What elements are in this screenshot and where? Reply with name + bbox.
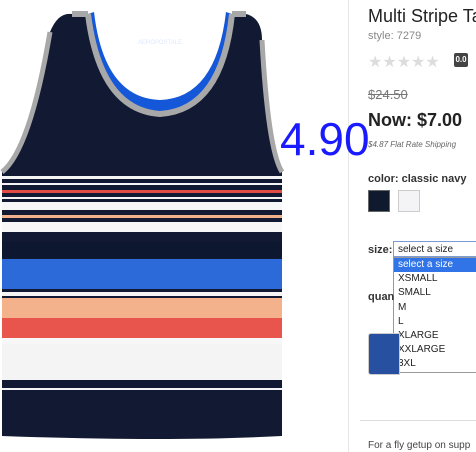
overlay-number: 4.90 [280, 113, 370, 165]
color-swatch-navy[interactable] [368, 190, 390, 212]
color-label: color: classic navy [368, 173, 467, 185]
product-image[interactable]: AEROPOSTALE [0, 0, 338, 440]
size-option[interactable]: M [394, 301, 476, 315]
rating-stars[interactable]: ★★★★★ [368, 52, 440, 72]
add-to-bag-button[interactable] [368, 333, 400, 375]
color-swatch-white[interactable] [398, 190, 420, 212]
section-divider [360, 420, 476, 421]
size-label: size: [368, 244, 393, 256]
size-option[interactable]: XLARGE [394, 329, 476, 343]
quantity-label: quan [368, 291, 395, 303]
star-icon: ★ [368, 54, 383, 71]
size-option[interactable]: SMALL [394, 286, 476, 300]
column-divider [348, 0, 349, 452]
size-select[interactable]: select a size [393, 241, 476, 257]
size-option[interactable]: XSMALL [394, 272, 476, 286]
rating-badge: 0.0 [454, 53, 468, 67]
size-option[interactable]: L [394, 315, 476, 329]
sale-price: Now: $7.00 [368, 110, 463, 130]
star-icon: ★ [411, 54, 426, 71]
product-style: style: 7279 [368, 30, 422, 42]
star-icon: ★ [425, 54, 440, 71]
brand-label: AEROPOSTALE [138, 40, 182, 46]
size-option[interactable]: XXLARGE [394, 343, 476, 357]
shipping-note: $4.87 Flat Rate Shipping [368, 140, 457, 149]
product-description: For a fly getup on supp [368, 440, 471, 451]
product-title: Multi Stripe Ta [368, 6, 476, 26]
star-icon: ★ [382, 54, 397, 71]
original-price: $24.50 [368, 87, 408, 102]
size-option[interactable]: 3XL [394, 357, 476, 371]
size-dropdown[interactable]: select a size XSMALL SMALL M L XLARGE XX… [393, 257, 476, 373]
size-option[interactable]: select a size [394, 258, 476, 273]
star-icon: ★ [396, 54, 412, 71]
